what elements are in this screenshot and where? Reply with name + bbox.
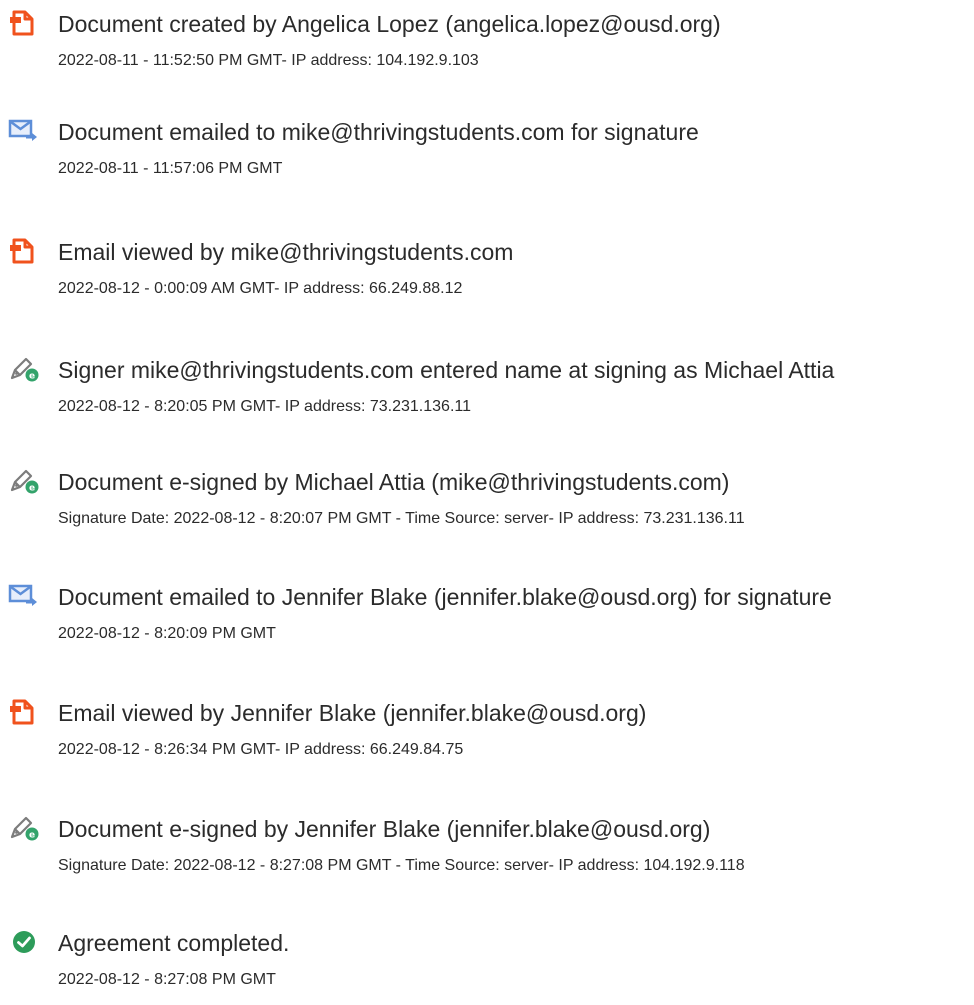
event-title: Document e-signed by Jennifer Blake (jen… [58,816,711,842]
event-timestamp: 2022-08-11 - 11:57:06 PM GMT [58,160,283,177]
history-event: Document created by Angelica Lopez (ange… [0,6,974,86]
document-viewed-icon [8,236,40,266]
svg-text:e: e [29,484,35,494]
event-timestamp: 2022-08-12 - 8:27:08 PM GMT [58,971,276,988]
history-event: Email viewed by Jennifer Blake (jennifer… [0,695,974,775]
document-created-icon [8,8,40,38]
history-event: e Document e-signed by Jennifer Blake (j… [0,811,974,891]
document-viewed-icon [8,697,40,727]
event-timestamp: 2022-08-12 - 8:20:05 PM GMT- IP address:… [58,398,471,415]
event-timestamp: 2022-08-12 - 0:00:09 AM GMT- IP address:… [58,280,463,297]
history-event: Document emailed to Jennifer Blake (jenn… [0,579,974,659]
svg-text:e: e [29,831,35,841]
e-signed-pen-icon: e [8,813,40,843]
event-title: Document emailed to Jennifer Blake (jenn… [58,584,832,610]
email-sent-icon [8,116,40,146]
history-event: Agreement completed. 2022-08-12 - 8:27:0… [0,925,974,1005]
history-event: Document emailed to mike@thrivingstudent… [0,114,974,194]
history-event: e Document e-signed by Michael Attia (mi… [0,464,974,544]
event-timestamp: Signature Date: 2022-08-12 - 8:20:07 PM … [58,510,745,527]
email-sent-icon [8,581,40,611]
event-title: Email viewed by mike@thrivingstudents.co… [58,239,514,265]
svg-text:e: e [29,372,35,382]
history-event: e Signer mike@thrivingstudents.com enter… [0,352,974,432]
event-title: Document emailed to mike@thrivingstudent… [58,119,699,145]
history-event: Email viewed by mike@thrivingstudents.co… [0,234,974,314]
event-title: Signer mike@thrivingstudents.com entered… [58,357,835,383]
event-title: Document created by Angelica Lopez (ange… [58,11,721,37]
e-signed-pen-icon: e [8,466,40,496]
event-timestamp: 2022-08-11 - 11:52:50 PM GMT- IP address… [58,52,479,69]
event-timestamp: 2022-08-12 - 8:26:34 PM GMT- IP address:… [58,741,464,758]
completed-check-icon [8,927,40,957]
event-title: Email viewed by Jennifer Blake (jennifer… [58,700,647,726]
event-timestamp: Signature Date: 2022-08-12 - 8:27:08 PM … [58,857,745,874]
event-title: Agreement completed. [58,930,290,956]
signer-pen-icon: e [8,354,40,384]
event-timestamp: 2022-08-12 - 8:20:09 PM GMT [58,625,276,642]
event-title: Document e-signed by Michael Attia (mike… [58,469,730,495]
